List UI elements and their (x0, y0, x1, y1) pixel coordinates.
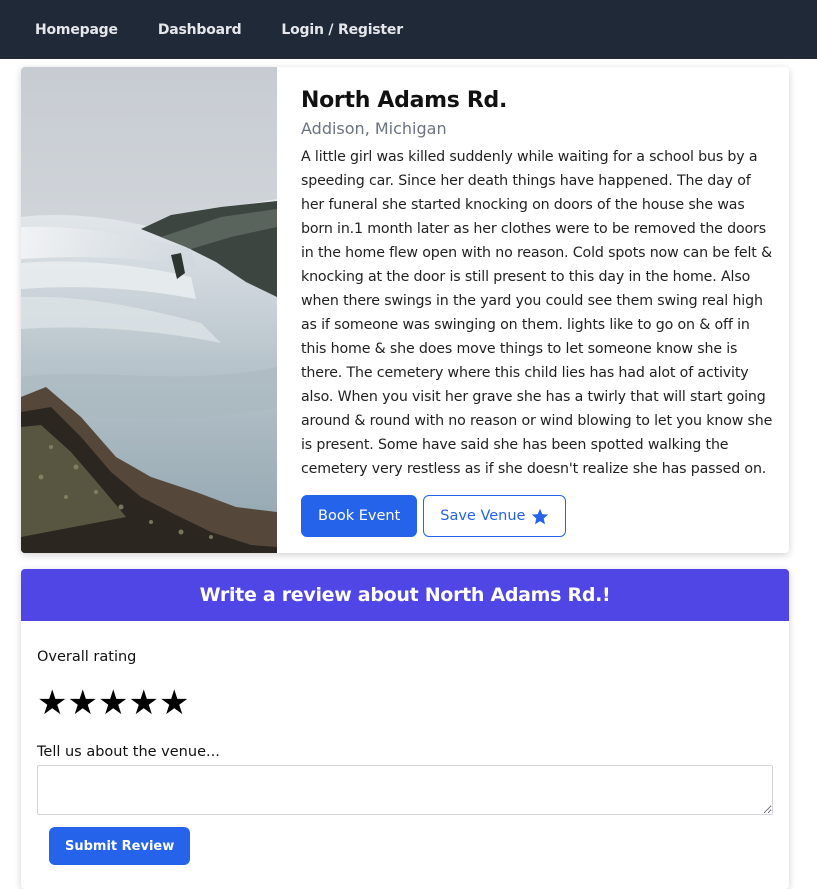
venue-card: North Adams Rd. Addison, Michigan A litt… (21, 67, 789, 553)
save-venue-button[interactable]: Save Venue (423, 495, 567, 537)
venue-description: A little girl was killed suddenly while … (301, 149, 773, 477)
book-event-button[interactable]: Book Event (301, 495, 418, 537)
venue-location: Addison, Michigan (301, 119, 447, 138)
rating-star-3[interactable]: ★ (98, 679, 128, 727)
book-event-label: Book Event (318, 508, 401, 524)
venue-actions: Book Event Save Venue (301, 495, 567, 537)
review-card: Write a review about North Adams Rd.! Ov… (21, 569, 789, 889)
nav-homepage-link[interactable]: Homepage (35, 22, 118, 38)
rating-star-1[interactable]: ★ (37, 679, 67, 727)
nav-login-register-link[interactable]: Login / Register (281, 22, 403, 38)
top-navbar: Homepage Dashboard Login / Register (0, 0, 817, 59)
rating-star-4[interactable]: ★ (128, 679, 158, 727)
review-text-label: Tell us about the venue... (37, 744, 220, 760)
save-venue-label: Save Venue (440, 508, 526, 524)
venue-details: North Adams Rd. Addison, Michigan A litt… (301, 87, 777, 481)
rating-star-2[interactable]: ★ (67, 679, 97, 727)
rating-star-5[interactable]: ★ (159, 679, 189, 727)
submit-review-button[interactable]: Submit Review (49, 827, 191, 865)
nav-dashboard-link[interactable]: Dashboard (158, 22, 242, 38)
overall-rating-label: Overall rating (37, 649, 137, 665)
review-textarea[interactable] (37, 765, 773, 815)
star-rating: ★ ★ ★ ★ ★ (37, 679, 189, 727)
review-header: Write a review about North Adams Rd.! (21, 569, 789, 621)
venue-image (21, 67, 277, 553)
star-icon (532, 508, 549, 524)
venue-title: North Adams Rd. (301, 88, 508, 113)
